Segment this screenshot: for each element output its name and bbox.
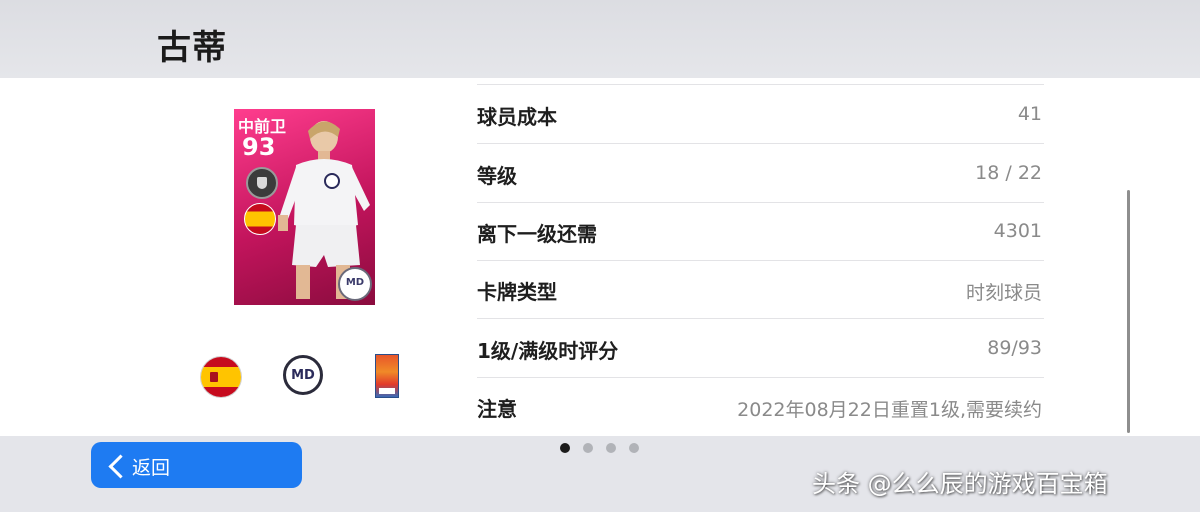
- info-value: 89/93: [987, 337, 1042, 359]
- info-row-rating: 1级/满级时评分 89/93: [477, 319, 1044, 378]
- chevron-left-icon: [108, 454, 133, 479]
- card-club-crest-icon: MD: [338, 267, 372, 301]
- info-label: 球员成本: [477, 105, 557, 129]
- info-label: 卡牌类型: [477, 280, 557, 304]
- player-card[interactable]: 中前卫 93 MD: [234, 109, 375, 305]
- scrollbar[interactable]: [1127, 190, 1130, 433]
- info-value: 18 / 22: [975, 162, 1042, 184]
- back-button-label: 返回: [132, 457, 171, 479]
- card-rating: 93: [242, 133, 276, 161]
- page-title: 古蒂: [157, 28, 227, 68]
- pager-dot-3[interactable]: [606, 443, 616, 453]
- info-value: 2022年08月22日重置1级,需要续约: [737, 399, 1042, 421]
- info-value: 41: [1017, 103, 1042, 125]
- league-icon[interactable]: [375, 354, 399, 398]
- info-row-next-level: 离下一级还需 4301: [477, 202, 1044, 261]
- pager-dot-2[interactable]: [583, 443, 593, 453]
- pager-dot-1[interactable]: [560, 443, 570, 453]
- card-spain-flag-icon: [244, 203, 276, 235]
- spain-flag-icon[interactable]: [201, 357, 241, 397]
- pager-dot-4[interactable]: [629, 443, 639, 453]
- club-crest-icon[interactable]: MD: [283, 355, 323, 395]
- info-label: 注意: [477, 397, 517, 421]
- info-value: 4301: [993, 220, 1042, 242]
- info-row-cost: 球员成本 41: [477, 85, 1044, 144]
- card-skill-badge-icon: [246, 167, 278, 199]
- info-row-card-type: 卡牌类型 时刻球员: [477, 260, 1044, 319]
- info-row-note: 注意 2022年08月22日重置1级,需要续约: [477, 377, 1044, 435]
- info-label: 等级: [477, 164, 517, 188]
- info-value: 时刻球员: [965, 282, 1042, 304]
- info-label: 1级/满级时评分: [477, 339, 619, 363]
- header-bar: 古蒂: [0, 0, 1200, 78]
- club-crest-text: MD: [291, 368, 315, 383]
- info-row-level: 等级 18 / 22: [477, 144, 1044, 203]
- back-button[interactable]: 返回: [91, 442, 302, 488]
- watermark: 头条 @么么辰的游戏百宝箱: [812, 470, 1108, 498]
- card-club-text: MD: [345, 277, 365, 288]
- info-label: 离下一级还需: [477, 222, 597, 246]
